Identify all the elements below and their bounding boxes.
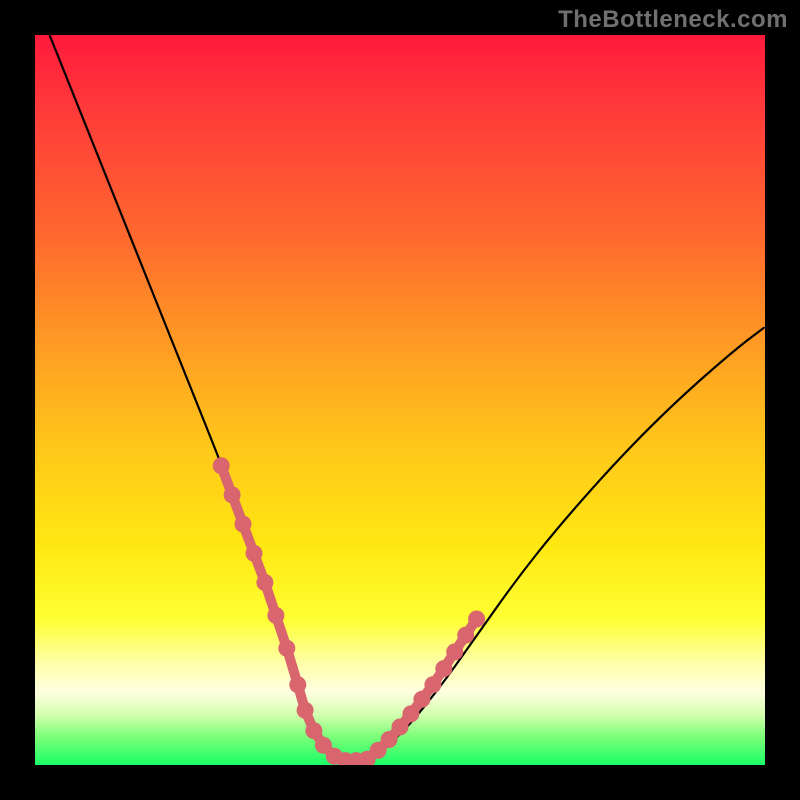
chart-frame: TheBottleneck.com bbox=[0, 0, 800, 800]
highlight-dot bbox=[256, 574, 273, 591]
highlight-dot bbox=[305, 722, 322, 739]
curve-layer bbox=[50, 35, 765, 760]
highlight-dot bbox=[246, 545, 263, 562]
highlight-dot bbox=[424, 676, 441, 693]
highlight-dot bbox=[289, 676, 306, 693]
chart-svg bbox=[35, 35, 765, 765]
highlight-dot bbox=[278, 640, 295, 657]
highlight-dot bbox=[413, 691, 430, 708]
highlight-layer bbox=[213, 457, 485, 765]
highlight-dot bbox=[224, 486, 241, 503]
plot-area bbox=[35, 35, 765, 765]
highlight-dot bbox=[457, 627, 474, 644]
bottleneck-curve-path bbox=[50, 35, 765, 760]
highlight-dot bbox=[468, 611, 485, 628]
highlight-dot bbox=[435, 660, 452, 677]
watermark-text: TheBottleneck.com bbox=[558, 6, 788, 34]
highlight-dot bbox=[392, 719, 409, 736]
highlight-dot bbox=[402, 705, 419, 722]
highlight-dot bbox=[267, 607, 284, 624]
highlight-dot bbox=[446, 643, 463, 660]
highlight-dot bbox=[235, 516, 252, 533]
highlight-dot bbox=[213, 457, 230, 474]
highlight-dot bbox=[297, 702, 314, 719]
